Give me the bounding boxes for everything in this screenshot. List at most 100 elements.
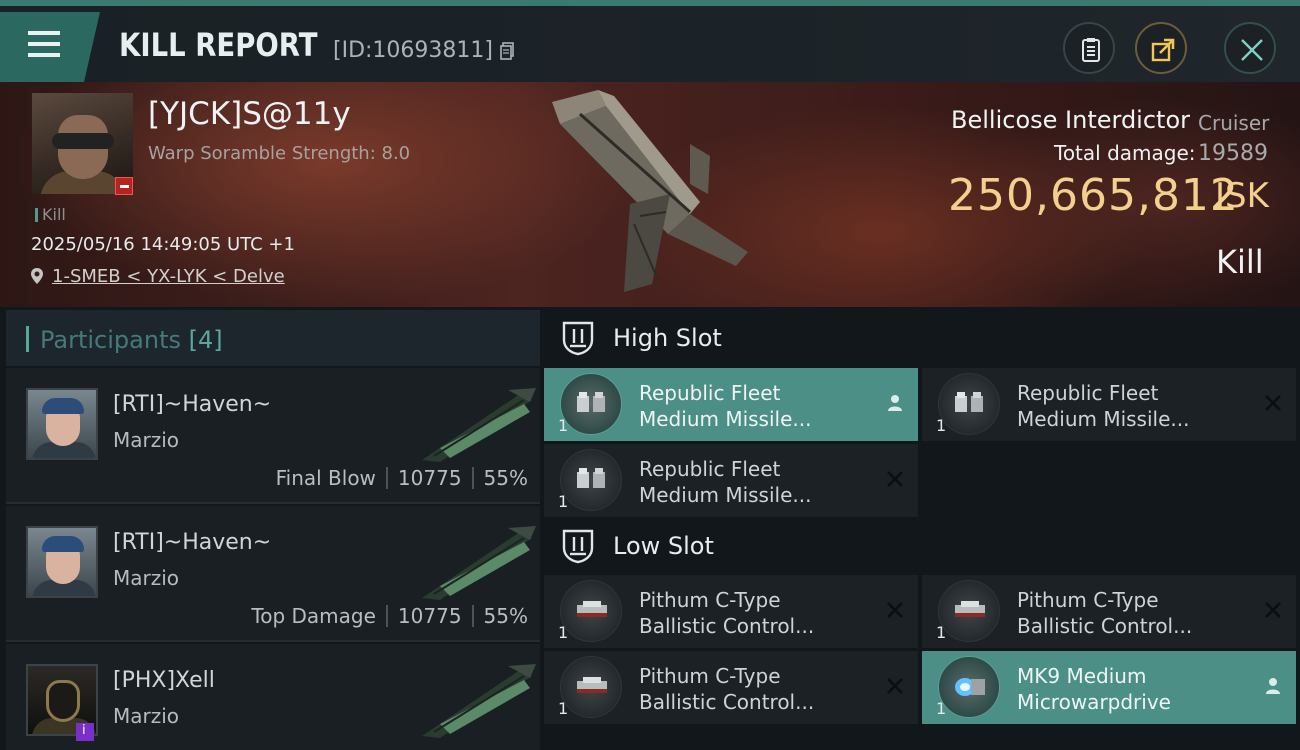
close-icon [1241,39,1263,61]
module-name-wrap: Republic Fleet Medium Missile... [639,380,879,432]
module-name-wrap: Pithum C-Type Ballistic Control... [639,587,879,639]
module-name-line2: Medium Missile... [639,483,812,507]
hamburger-line [28,53,60,57]
participants-title: Participants [40,326,181,354]
missile-launcher-icon [560,373,622,435]
ballistic-control-icon [938,580,1000,642]
avatar[interactable] [26,388,98,460]
total-damage-value: 19589 [1198,141,1268,166]
participant-name: [RTI]~Haven~ [113,392,272,417]
participant-ship-icon [422,664,536,738]
ship-image[interactable] [540,84,770,299]
close-button[interactable] [1224,22,1276,74]
module-quantity: 1 [558,699,569,718]
participant-role: Top Damage [251,604,376,628]
divider [385,605,388,627]
participants-panel: Participants [4] [RTI]~Haven~ Marzio Fin… [6,310,540,750]
hamburger-menu-icon [28,31,60,35]
kill-report-screen: KILL REPORT [ID:10693811] [YJCK]S@11y Wa… [0,0,1300,750]
total-damage-label: Total damage: [1054,141,1196,165]
module-quantity: 1 [936,699,947,718]
module-name-wrap: Pithum C-Type Ballistic Control... [639,663,879,715]
share-button[interactable] [1135,22,1187,74]
module-name-wrap: Republic Fleet Medium Missile... [1017,380,1257,432]
participant-percent: 55% [483,604,528,628]
module-quantity: 1 [558,416,569,435]
participant-corp: Marzio [113,428,180,452]
module-name-line2: Medium Missile... [1017,407,1190,431]
participant-stats: Final Blow 10775 55% [276,466,528,490]
module-slot[interactable]: 1 Pithum C-Type Ballistic Control... [544,651,918,724]
menu-button[interactable] [0,12,100,82]
module-name-wrap: Republic Fleet Medium Missile... [639,456,879,508]
document-icon [1082,38,1100,62]
module-name-wrap: Pithum C-Type Ballistic Control... [1017,587,1257,639]
ballistic-control-icon [560,580,622,642]
standing-badge [115,177,133,195]
avatar-cap [42,398,84,414]
participants-title-wrap: Participants [4] [40,326,223,354]
module-name-line1: Pithum C-Type [639,664,781,688]
module-slot[interactable]: 1 Republic Fleet Medium Missile... [544,444,918,517]
module-name-line2: Ballistic Control... [639,614,815,638]
hamburger-line [28,42,60,46]
participant-row[interactable]: [RTI]~Haven~ Marzio Top Damage 10775 55% [6,506,540,642]
module-slot[interactable]: 1 Republic Fleet Medium Missile... [544,368,918,441]
portrait-goggles [52,133,114,149]
participant-name: [PHX]Xell [113,668,215,693]
isk-value: 250,665,812 [948,170,1239,221]
participant-row[interactable]: [PHX]Xell Marzio [6,644,540,750]
avatar[interactable] [26,526,98,598]
document-button[interactable] [1063,22,1115,74]
missile-launcher-icon [560,449,622,511]
isk-unit: ISK [1215,176,1269,216]
high-slot-title: High Slot [613,324,722,352]
high-slot-icon [562,321,594,356]
ship-class: Cruiser [1198,111,1270,135]
info-badge [76,723,94,741]
participant-damage: 10775 [397,466,462,490]
module-name-line1: Republic Fleet [639,381,781,405]
module-name-line2: Ballistic Control... [639,690,815,714]
module-name-line2: Ballistic Control... [1017,614,1193,638]
victim-name[interactable]: [YJCK]S@11y [148,96,351,132]
module-quantity: 1 [936,416,947,435]
ballistic-control-icon [560,656,622,718]
low-slot-title: Low Slot [613,532,714,560]
participant-role: Final Blow [275,466,376,490]
copy-icon[interactable] [500,42,514,60]
avatar-cap [42,536,84,552]
page-title: KILL REPORT [119,26,318,64]
participant-row[interactable]: [RTI]~Haven~ Marzio Final Blow 10775 55% [6,368,540,504]
module-name-wrap: MK9 Medium Microwarpdrive [1017,663,1257,715]
module-name-line1: Pithum C-Type [1017,588,1159,612]
destroyed-x-icon [1265,602,1281,618]
share-icon [1151,38,1175,62]
module-slot[interactable]: 1 Pithum C-Type Ballistic Control... [544,575,918,648]
report-id: [ID:10693811] [333,38,493,63]
low-slot-icon [562,529,594,564]
kill-datetime: 2025/05/16 14:49:05 UTC +1 [31,234,295,255]
participant-ship-icon [422,526,536,600]
module-quantity: 1 [936,623,947,642]
microwarpdrive-icon [938,656,1000,718]
fitting-panel: High Slot 1 Republic Fleet Medium Missile… [544,310,1300,750]
module-name-line1: Republic Fleet [1017,381,1159,405]
module-slot[interactable]: 1 MK9 Medium Microwarpdrive [922,651,1296,724]
participant-name: [RTI]~Haven~ [113,530,272,555]
kill-location[interactable]: 1-SMEB < YX-LYK < Delve [30,266,285,287]
low-slot-header: Low Slot [544,518,1300,576]
module-name-line1: Pithum C-Type [639,588,781,612]
ship-name[interactable]: Bellicose Interdictor [951,106,1190,134]
participant-stats: Top Damage 10775 55% [251,604,528,628]
participant-ship-icon [422,388,536,462]
destroyed-x-icon [887,471,903,487]
module-slot[interactable]: 1 Republic Fleet Medium Missile... [922,368,1296,441]
location-link[interactable]: 1-SMEB < YX-LYK < Delve [52,266,285,287]
module-slot[interactable]: 1 Pithum C-Type Ballistic Control... [922,575,1296,648]
person-icon [1266,678,1280,694]
participants-header[interactable]: Participants [4] [6,310,540,366]
divider [471,605,474,627]
high-slot-header: High Slot [544,310,1300,368]
divider [385,467,388,489]
